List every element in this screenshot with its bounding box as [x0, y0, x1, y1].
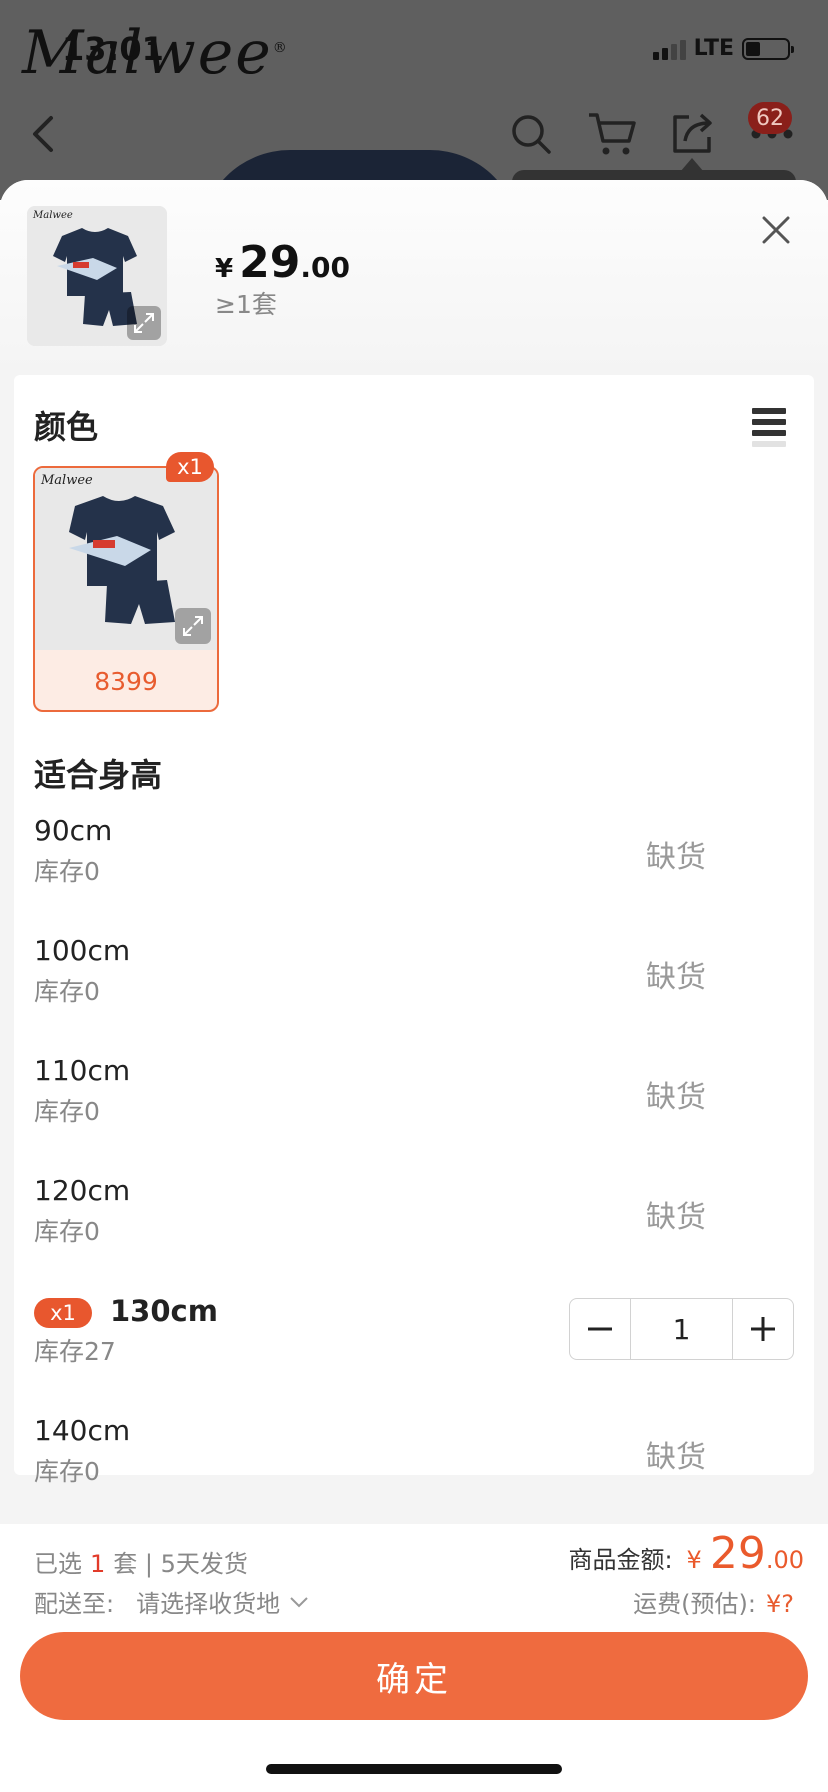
selected-count: 1 — [90, 1550, 106, 1578]
expand-icon — [183, 616, 203, 636]
ship-to-selector[interactable]: 配送至: 请选择收货地 — [34, 1584, 310, 1619]
goods-amount: 商品金额: ¥ 29 .00 — [568, 1528, 804, 1579]
quantity-input[interactable]: 1 — [630, 1299, 733, 1359]
size-stock: 库存0 — [34, 857, 100, 886]
size-name: 100cm — [34, 934, 131, 967]
size-stock: 库存0 — [34, 1457, 100, 1486]
battery-icon — [742, 37, 794, 60]
ship-to-value: 请选择收货地 — [136, 1590, 281, 1618]
size-row: 110cm 库存0 缺货 — [34, 1054, 794, 1144]
search-icon — [512, 115, 551, 154]
size-stock: 库存0 — [34, 977, 100, 1006]
decrease-button[interactable] — [570, 1299, 630, 1359]
color-option-card[interactable]: Malwee 8399 — [33, 466, 219, 712]
out-of-stock-label: 缺货 — [646, 1080, 706, 1115]
close-button[interactable] — [756, 210, 796, 250]
cart-button[interactable] — [572, 94, 652, 174]
unit-price: ¥ 29 .00 — [215, 237, 350, 288]
chevron-down-icon — [290, 1596, 308, 1607]
cart-icon — [589, 113, 636, 155]
network-type: LTE — [693, 36, 734, 61]
shipping-estimate: 运费(预估): ¥? — [633, 1590, 794, 1618]
home-indicator — [266, 1764, 562, 1774]
expand-image-button[interactable] — [127, 306, 161, 340]
cart-count-badge: 62 — [748, 102, 792, 134]
size-row: 140cm 库存0 缺货 — [34, 1414, 794, 1504]
out-of-stock-label: 缺货 — [646, 1440, 706, 1475]
size-stock: 库存27 — [34, 1337, 116, 1366]
size-name: 130cm — [110, 1294, 218, 1328]
sheet-header: Malwee ¥ 29 .00 ≥1套 — [0, 180, 828, 375]
signal-icon — [652, 38, 686, 60]
size-row: 120cm 库存0 缺货 — [34, 1174, 794, 1264]
size-stock: 库存0 — [34, 1217, 100, 1246]
size-quantity-badge: x1 — [34, 1298, 92, 1328]
minimum-order: ≥1套 — [215, 290, 277, 319]
size-section-title: 适合身高 — [34, 756, 163, 794]
size-stock: 库存0 — [34, 1097, 100, 1126]
order-footer: 已选 1 套 | 5天发货 配送至: 请选择收货地 商品金额: ¥ 29 .00 运… — [0, 1524, 828, 1792]
color-quantity-badge: x1 — [166, 452, 214, 482]
status-time: 13:01 — [62, 30, 164, 68]
search-button[interactable] — [491, 94, 571, 174]
selected-summary: 已选 1 套 | 5天发货 — [34, 1550, 248, 1578]
increase-button[interactable] — [733, 1299, 793, 1359]
size-name: 140cm — [34, 1414, 131, 1447]
size-row: 90cm 库存0 缺货 — [34, 814, 794, 904]
size-name: 90cm — [34, 814, 113, 847]
share-icon — [673, 113, 712, 153]
close-icon — [762, 216, 790, 244]
out-of-stock-label: 缺货 — [646, 840, 706, 875]
size-name: 120cm — [34, 1174, 131, 1207]
expand-icon — [134, 313, 154, 333]
color-option-image: Malwee — [35, 468, 217, 650]
plus-icon — [751, 1317, 775, 1341]
ship-to-label: 配送至: — [34, 1590, 115, 1618]
svg-text:Malwee: Malwee — [32, 210, 73, 221]
color-option-code: 8399 — [94, 666, 158, 696]
minus-icon — [588, 1327, 612, 1331]
status-indicators: LTE — [652, 36, 794, 61]
color-section-title: 颜色 — [34, 408, 99, 446]
back-button[interactable] — [4, 94, 84, 174]
product-thumbnail[interactable]: Malwee — [27, 206, 167, 346]
chevron-left-icon — [33, 116, 53, 152]
out-of-stock-label: 缺货 — [646, 1200, 706, 1235]
out-of-stock-label: 缺货 — [646, 960, 706, 995]
confirm-button[interactable]: 确定 — [20, 1632, 808, 1720]
expand-image-button[interactable] — [175, 608, 211, 644]
size-row: 100cm 库存0 缺货 — [34, 934, 794, 1024]
quantity-stepper: 1 — [569, 1298, 794, 1360]
svg-text:Malwee: Malwee — [40, 473, 93, 488]
layout-toggle-icon[interactable] — [752, 408, 786, 452]
size-name: 110cm — [34, 1054, 131, 1087]
